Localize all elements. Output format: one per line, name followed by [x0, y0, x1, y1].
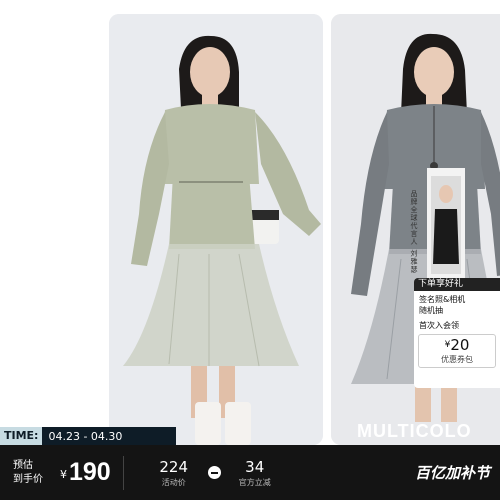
price-divider: [122, 455, 124, 490]
time-tag: TIME: 04.23 - 04.30: [0, 427, 176, 445]
price-value: 190: [69, 458, 111, 486]
minus-icon: [207, 466, 221, 479]
brand-text: MULTICOLO: [357, 421, 472, 441]
product-image-sage-dress[interactable]: [109, 14, 323, 445]
final-price: ¥ 190: [60, 458, 111, 487]
festival-logo: 百亿加补节: [414, 464, 490, 482]
promo-draw-line: 随机抽: [419, 306, 443, 315]
coupon-amount: ¥20: [444, 336, 470, 354]
activity-price-value: 224: [159, 457, 189, 476]
activity-price: 224 活动价: [144, 458, 204, 488]
coupon-badge[interactable]: ¥20 优惠券包: [418, 334, 496, 368]
coupon-label: 优惠券包: [441, 355, 473, 364]
promo-member-line: 首次入会领: [419, 321, 459, 330]
promo-header: 下单享好礼: [414, 278, 500, 291]
time-label: TIME:: [0, 427, 43, 445]
official-discount-value: 34: [245, 457, 265, 476]
promo-gift-line: 签名照&相机: [419, 295, 466, 304]
official-discount: 34 官方立减: [225, 458, 285, 488]
promo-panel[interactable]: 下单享好礼 签名照&相机 随机抽 首次入会领 ¥20 优惠券包: [414, 278, 500, 388]
price-bar: 预估 到手价 ¥ 190 224 活动价 34 官方立减 百亿加补节: [0, 445, 500, 500]
currency-symbol: ¥: [60, 468, 67, 481]
time-range: 04.23 - 04.30: [48, 429, 123, 443]
endorser-text: 品牌全球代言人 刘雅瑟: [410, 190, 418, 274]
official-discount-label: 官方立减: [238, 477, 271, 487]
activity-price-label: 活动价: [161, 477, 186, 487]
presale-label: 预估 到手价: [13, 459, 43, 485]
product-gallery: 品牌全球代言人 刘雅瑟 下单享好礼 签名照&相机 随机抽 首次入会领 ¥20 优…: [0, 0, 500, 500]
model-sage-dress-illustration: [109, 14, 323, 445]
